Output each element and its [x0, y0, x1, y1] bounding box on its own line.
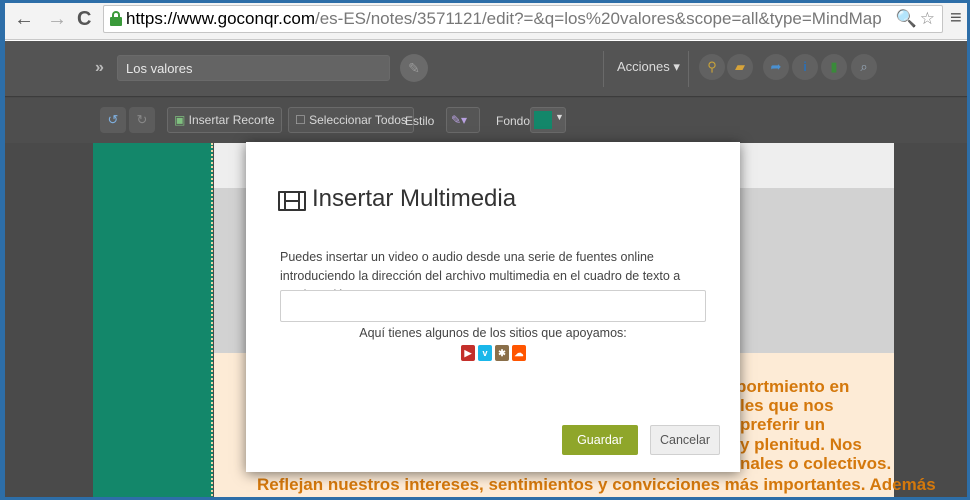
zoom-icon[interactable]: ⌕ [851, 54, 877, 80]
node-strip [93, 143, 213, 500]
note-text-line: y plenitud. Nos [740, 435, 862, 454]
editor-toolbar: ↺ ↻ ▣ Insertar Recorte ☐ Seleccionar Tod… [0, 98, 970, 143]
note-text-line: Reflejan nuestros intereses, sentimiento… [257, 475, 936, 494]
background-color-dropdown[interactable]: ▼ [530, 107, 566, 133]
browser-toolbar: ← → C https://www.goconqr.com/es-ES/note… [0, 0, 970, 40]
zoom-and-bookmark-icons[interactable]: 🔍☆ [896, 9, 938, 29]
style-label: Estilo [405, 114, 435, 128]
media-url-input[interactable] [280, 290, 706, 322]
back-icon[interactable]: ← [14, 6, 34, 32]
insert-clip-icon: ▣ [174, 113, 189, 127]
stats-icon[interactable]: ▮ [821, 54, 847, 80]
supported-sites-icons: ▶ v ✱ ☁ [461, 345, 531, 363]
url-host: https://www.goconqr.com [126, 9, 315, 28]
share-people-icon[interactable]: ⚲ [699, 54, 725, 80]
cancel-button[interactable]: Cancelar [650, 425, 720, 455]
folder-icon[interactable]: ▰ [727, 54, 753, 80]
pencil-icon[interactable]: ✎ [400, 54, 428, 82]
share-arrow-icon[interactable]: ➦ [763, 54, 789, 80]
supported-sites-text: Aquí tienes algunos de los sitios que ap… [359, 326, 627, 340]
film-icon [278, 191, 306, 211]
youtube-icon: ▶ [461, 345, 475, 361]
info-icon[interactable]: i [792, 54, 818, 80]
misc-icon: ✱ [495, 345, 509, 361]
style-dropdown[interactable]: ✎▾ [446, 107, 480, 133]
menu-icon[interactable]: ≡ [950, 8, 962, 28]
color-swatch [534, 111, 552, 129]
soundcloud-icon: ☁ [512, 345, 526, 361]
note-text-line: nales o colectivos. [740, 454, 892, 473]
select-all-icon: ☐ [295, 113, 310, 127]
forward-icon[interactable]: → [47, 6, 67, 32]
select-all-label: Seleccionar Todos [309, 113, 407, 127]
vimeo-icon: v [478, 345, 492, 361]
collapse-icon[interactable]: » [95, 59, 104, 77]
note-text-line: les que nos [740, 396, 834, 415]
note-title-input[interactable]: Los valores [117, 55, 390, 81]
chevron-down-icon: ▼ [555, 112, 564, 122]
reload-icon[interactable]: C [77, 6, 91, 32]
insert-clip-button[interactable]: ▣ Insertar Recorte [167, 107, 282, 133]
redo-icon[interactable]: ↻ [129, 107, 155, 133]
select-all-button[interactable]: ☐ Seleccionar Todos [288, 107, 414, 133]
lock-icon [110, 11, 122, 26]
divider [688, 51, 689, 87]
note-text-line: portmiento en [736, 377, 850, 396]
background-label: Fondo [496, 114, 531, 128]
note-text-line: preferir un [740, 415, 826, 434]
insert-media-dialog: Insertar Multimedia Puedes insertar un v… [246, 142, 740, 472]
actions-menu-button[interactable]: Acciones ▾ [617, 59, 680, 75]
editor-header: » Los valores ✎ Acciones ▾ ⚲ ▰ ➦ i ▮ ⌕ [0, 41, 970, 97]
undo-icon[interactable]: ↺ [100, 107, 126, 133]
url-text: https://www.goconqr.com/es-ES/notes/3571… [126, 9, 882, 29]
insert-clip-label: Insertar Recorte [188, 113, 275, 127]
dialog-title: Insertar Multimedia [312, 185, 517, 212]
url-path: /es-ES/notes/3571121/edit?=&q=los%20valo… [314, 9, 882, 28]
address-bar[interactable]: https://www.goconqr.com/es-ES/notes/3571… [103, 5, 943, 33]
save-button[interactable]: Guardar [562, 425, 638, 455]
divider [603, 51, 604, 87]
